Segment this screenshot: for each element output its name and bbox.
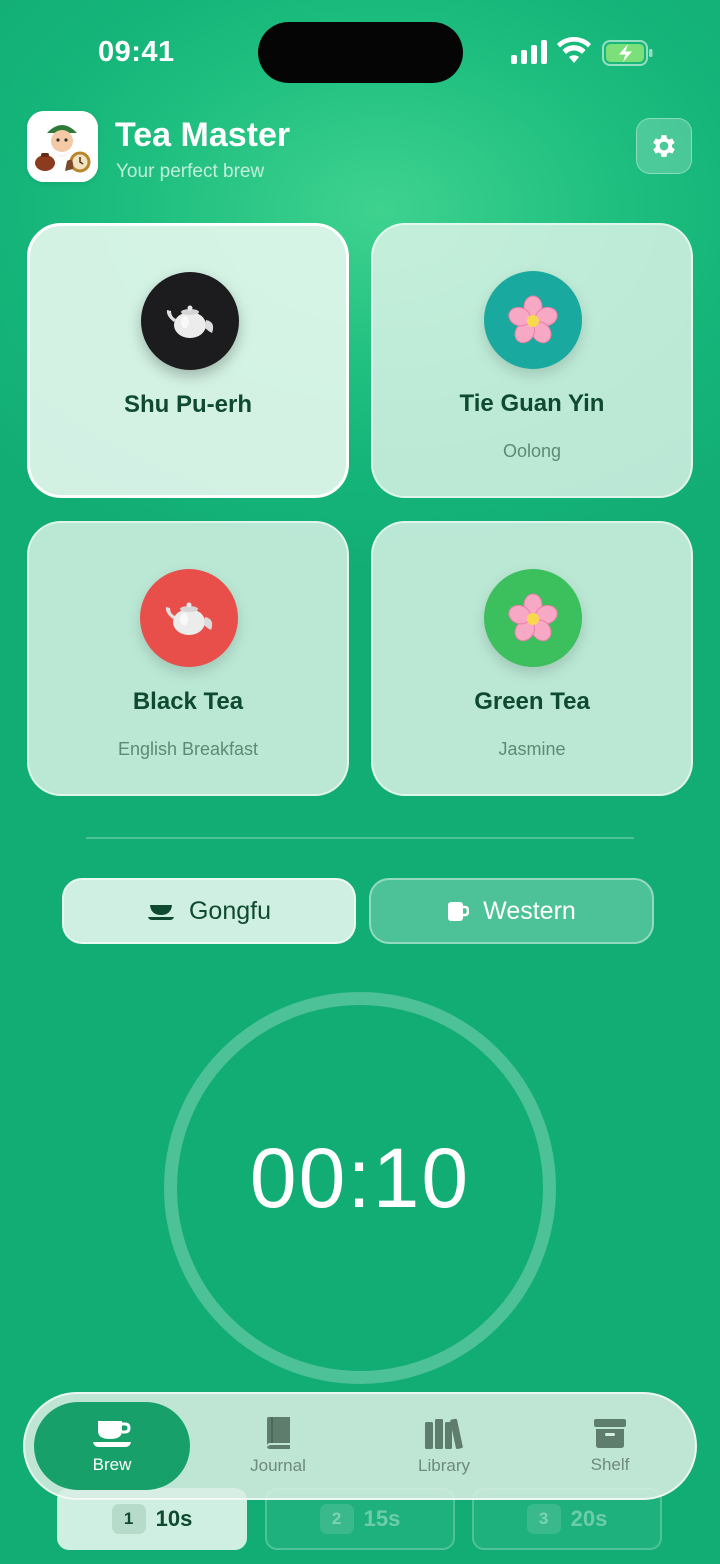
tab-label: Shelf [590,1455,630,1474]
steep-number: 3 [526,1504,561,1534]
books-icon [425,1418,463,1450]
tea-subtitle: English Breakfast [117,739,259,759]
tea-card-tie-guan-yin[interactable]: Tie Guan Yin Oolong [371,223,693,498]
timer-display: 00:10 [249,1131,471,1225]
tea-icon-circle [484,271,582,369]
section-divider [86,837,634,839]
blossom-icon [508,593,558,642]
settings-button[interactable] [636,118,692,174]
app-subtitle: Your perfect brew [116,161,265,182]
wifi-icon [557,37,591,63]
tea-name: Shu Pu-erh [123,391,252,418]
steep-duration: 15s [363,1506,401,1531]
tea-name: Tie Guan Yin [459,390,605,417]
tab-label: Brew [92,1455,132,1474]
app-logo [27,111,98,182]
status-bar: 09:41 [0,0,720,100]
mug-icon [448,902,470,921]
teapot-icon [166,305,214,338]
tab-shelf[interactable]: Shelf [532,1402,688,1490]
cellular-signal-icon [511,40,549,64]
mode-western-button[interactable]: Western [369,878,654,944]
cup-icon [93,1421,131,1447]
blossom-icon [508,295,558,344]
tea-card-green-tea[interactable]: Green Tea Jasmine [371,521,693,796]
dynamic-island [258,22,463,83]
app-title: Tea Master [115,116,291,154]
tea-subtitle: Oolong [502,441,562,461]
tea-card-black-tea[interactable]: Black Tea English Breakfast [27,521,349,796]
tea-subtitle: Jasmine [498,739,566,759]
archive-box-icon [594,1419,626,1448]
tab-journal[interactable]: Journal [200,1402,356,1490]
battery-charging-icon [602,40,653,66]
tab-label: Library [418,1456,470,1475]
tab-label: Journal [250,1456,306,1475]
tea-name: Green Tea [474,688,590,715]
status-time: 09:41 [98,36,175,68]
tea-master-mascot-icon [27,111,98,182]
steep-duration: 10s [155,1506,193,1531]
tab-library[interactable]: Library [366,1402,522,1490]
tea-bowl-icon [147,905,174,920]
mode-label: Western [483,896,576,925]
tea-card-shu-puerh[interactable]: Shu Pu-erh [27,223,349,498]
mode-label: Gongfu [188,896,271,925]
tea-name: Black Tea [132,688,244,715]
tea-icon-circle [141,272,239,370]
tab-brew[interactable]: Brew [34,1402,190,1490]
steep-number: 2 [319,1504,354,1534]
tab-bar: Brew Journal Library Shelf [23,1392,697,1500]
steep-number: 1 [111,1504,146,1534]
book-icon [267,1417,290,1449]
teapot-icon [165,602,213,635]
tea-icon-circle [484,569,582,667]
gear-icon [653,135,675,157]
tea-icon-circle [140,569,238,667]
steep-duration: 20s [570,1506,608,1531]
mode-gongfu-button[interactable]: Gongfu [62,878,356,944]
